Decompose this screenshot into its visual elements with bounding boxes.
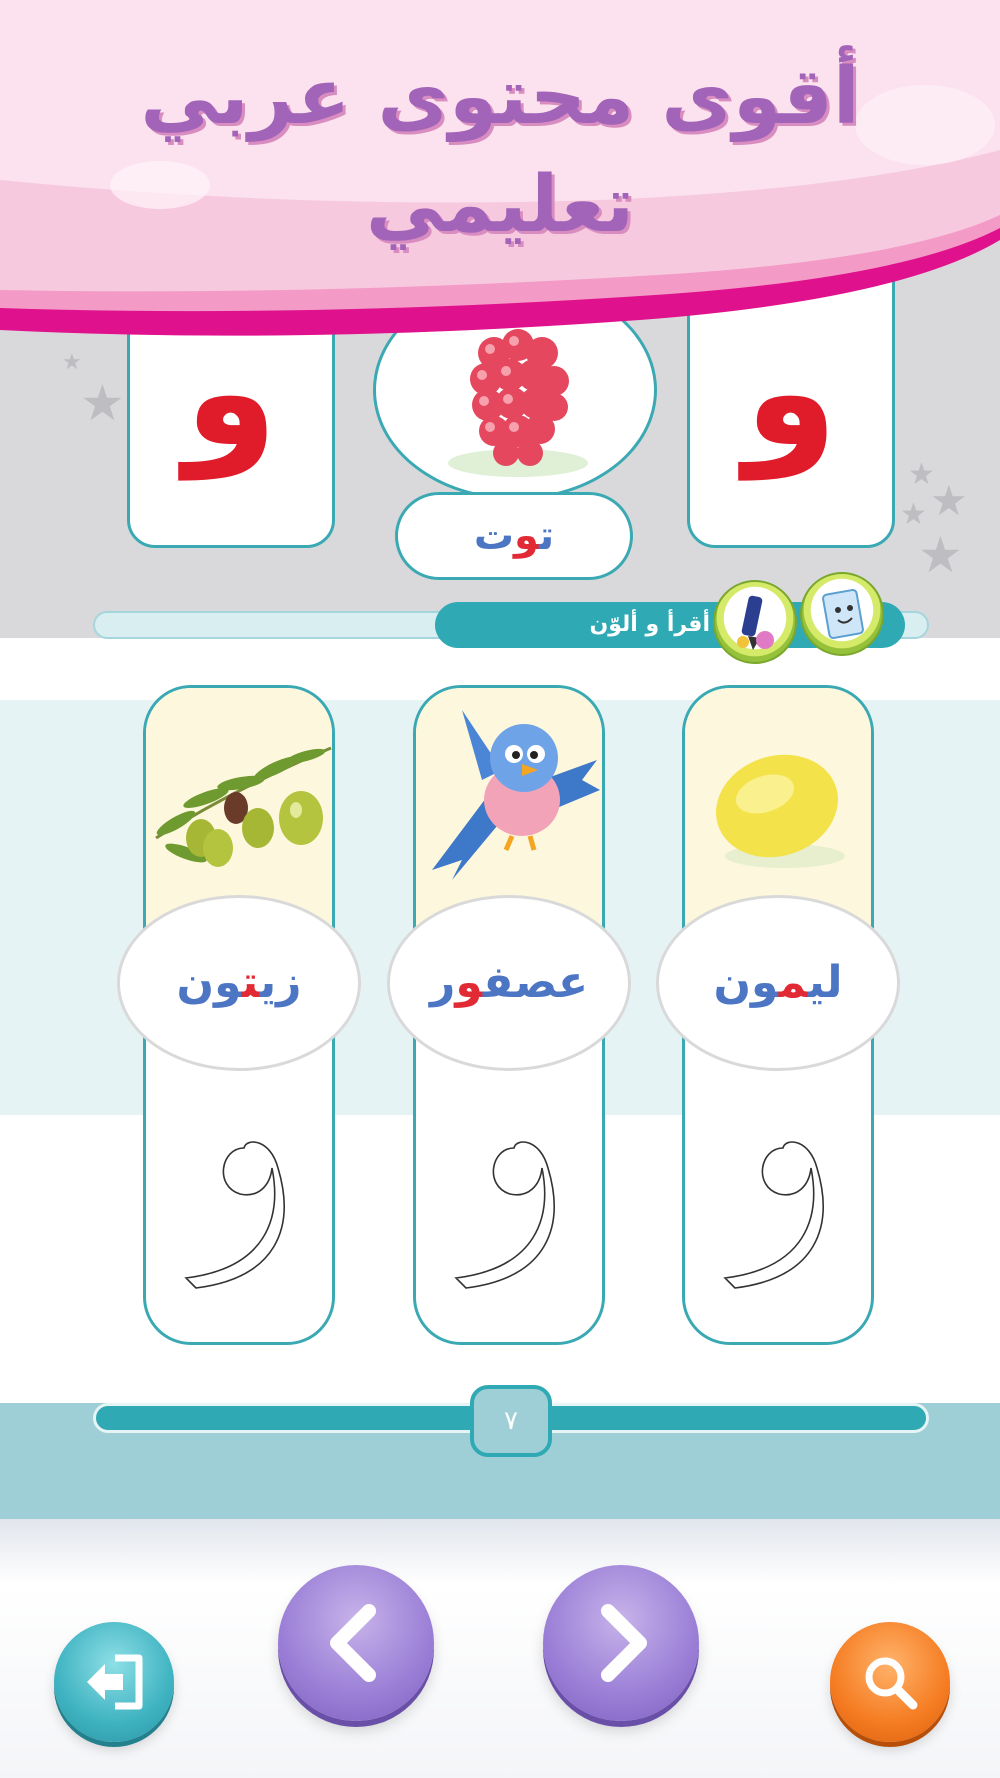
word-highlight-letter: م <box>778 957 809 1008</box>
trace-letter-waw[interactable] <box>166 1128 316 1318</box>
page-number: ٧ <box>470 1385 552 1457</box>
pen-icon <box>713 580 797 664</box>
lemon-image <box>716 754 845 868</box>
next-button[interactable] <box>543 1565 699 1721</box>
book-icon <box>800 572 884 656</box>
word-part: عصف <box>482 957 589 1008</box>
trace-letter-waw[interactable] <box>436 1128 586 1318</box>
word-oval-bird: عصفور <box>387 895 631 1071</box>
word-highlight-letter: و <box>514 513 540 559</box>
word-pill-toot: توت <box>395 492 633 580</box>
word-part: ون <box>176 957 242 1008</box>
exit-button[interactable] <box>54 1622 174 1742</box>
search-button[interactable] <box>830 1622 950 1742</box>
word-part: ت <box>539 513 555 559</box>
star-decoration: ★ <box>80 374 125 432</box>
star-decoration: ★ <box>918 526 963 584</box>
word-part: ون <box>713 957 779 1008</box>
word-part: لي <box>808 957 843 1008</box>
bird-image <box>432 710 600 880</box>
olives-image <box>155 746 332 867</box>
word-part: ت <box>473 513 515 559</box>
word-highlight-letter: و <box>455 957 483 1008</box>
word-part: زي <box>259 957 302 1008</box>
search-icon <box>865 1657 918 1710</box>
banner-title-line1: أقوى محتوى عربي <box>140 52 860 142</box>
app-screen: ★ ★ ★ ★ ★ ★ و و توت أقوى محتوى عربي تعلي… <box>0 0 1000 1778</box>
trace-letter-waw[interactable] <box>705 1128 855 1318</box>
word-part: ر <box>429 957 456 1008</box>
section-title: أقرأ و ألوّن <box>589 612 710 637</box>
star-decoration: ★ <box>930 476 968 525</box>
previous-button[interactable] <box>278 1565 434 1721</box>
word-oval-olives: زيتون <box>117 895 361 1071</box>
word-oval-lemon: ليمون <box>656 895 900 1071</box>
chevron-left-icon <box>330 1604 376 1682</box>
banner-title-line2: تعليمي <box>365 160 635 250</box>
exit-icon <box>87 1654 143 1710</box>
word-highlight-letter: ت <box>241 957 260 1008</box>
chevron-right-icon <box>601 1604 647 1682</box>
